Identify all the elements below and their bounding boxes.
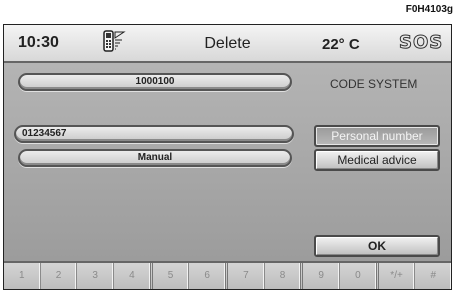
keypad-bar: 1 2 3 4 5 6 7 8 9 0 */+ # xyxy=(4,261,451,289)
keypad-key-8[interactable]: 8 xyxy=(265,263,304,289)
medical-advice-button[interactable]: Medical advice xyxy=(314,149,440,171)
screen-title: Delete xyxy=(204,35,251,52)
keypad-key-5[interactable]: 5 xyxy=(153,263,190,289)
ok-button[interactable]: OK xyxy=(314,235,440,257)
keypad-key-6[interactable]: 6 xyxy=(189,263,229,289)
sos-button[interactable]: SOS xyxy=(398,32,443,54)
personal-number-button[interactable]: Personal number xyxy=(314,125,440,147)
keypad-key-star-plus[interactable]: */+ xyxy=(379,263,416,289)
code-system-label: CODE SYSTEM xyxy=(330,77,418,91)
mode-field[interactable]: Manual xyxy=(18,149,292,167)
figure-reference-code: F0H4103g xyxy=(405,4,453,15)
delete-menu-panel: 1000100 CODE SYSTEM 01234567 Manual Pers… xyxy=(4,63,451,261)
radio-display-screen: 10:30 Delete 22° C SOS 1000100 CODE SYST… xyxy=(3,24,452,290)
keypad-key-1[interactable]: 1 xyxy=(4,263,41,289)
outside-temperature: 22° C xyxy=(322,36,360,53)
phone-signal-icon xyxy=(102,29,126,60)
clock-time: 10:30 xyxy=(18,34,59,51)
keypad-key-2[interactable]: 2 xyxy=(41,263,78,289)
keypad-key-4[interactable]: 4 xyxy=(114,263,153,289)
keypad-key-3[interactable]: 3 xyxy=(77,263,115,289)
keypad-key-hash[interactable]: # xyxy=(415,263,451,289)
keypad-key-9[interactable]: 9 xyxy=(303,263,341,289)
status-bar: 10:30 Delete 22° C SOS xyxy=(4,25,451,63)
number-field[interactable]: 01234567 xyxy=(14,125,294,143)
keypad-key-0[interactable]: 0 xyxy=(340,263,379,289)
keypad-key-7[interactable]: 7 xyxy=(228,263,265,289)
code-field[interactable]: 1000100 xyxy=(18,73,292,91)
